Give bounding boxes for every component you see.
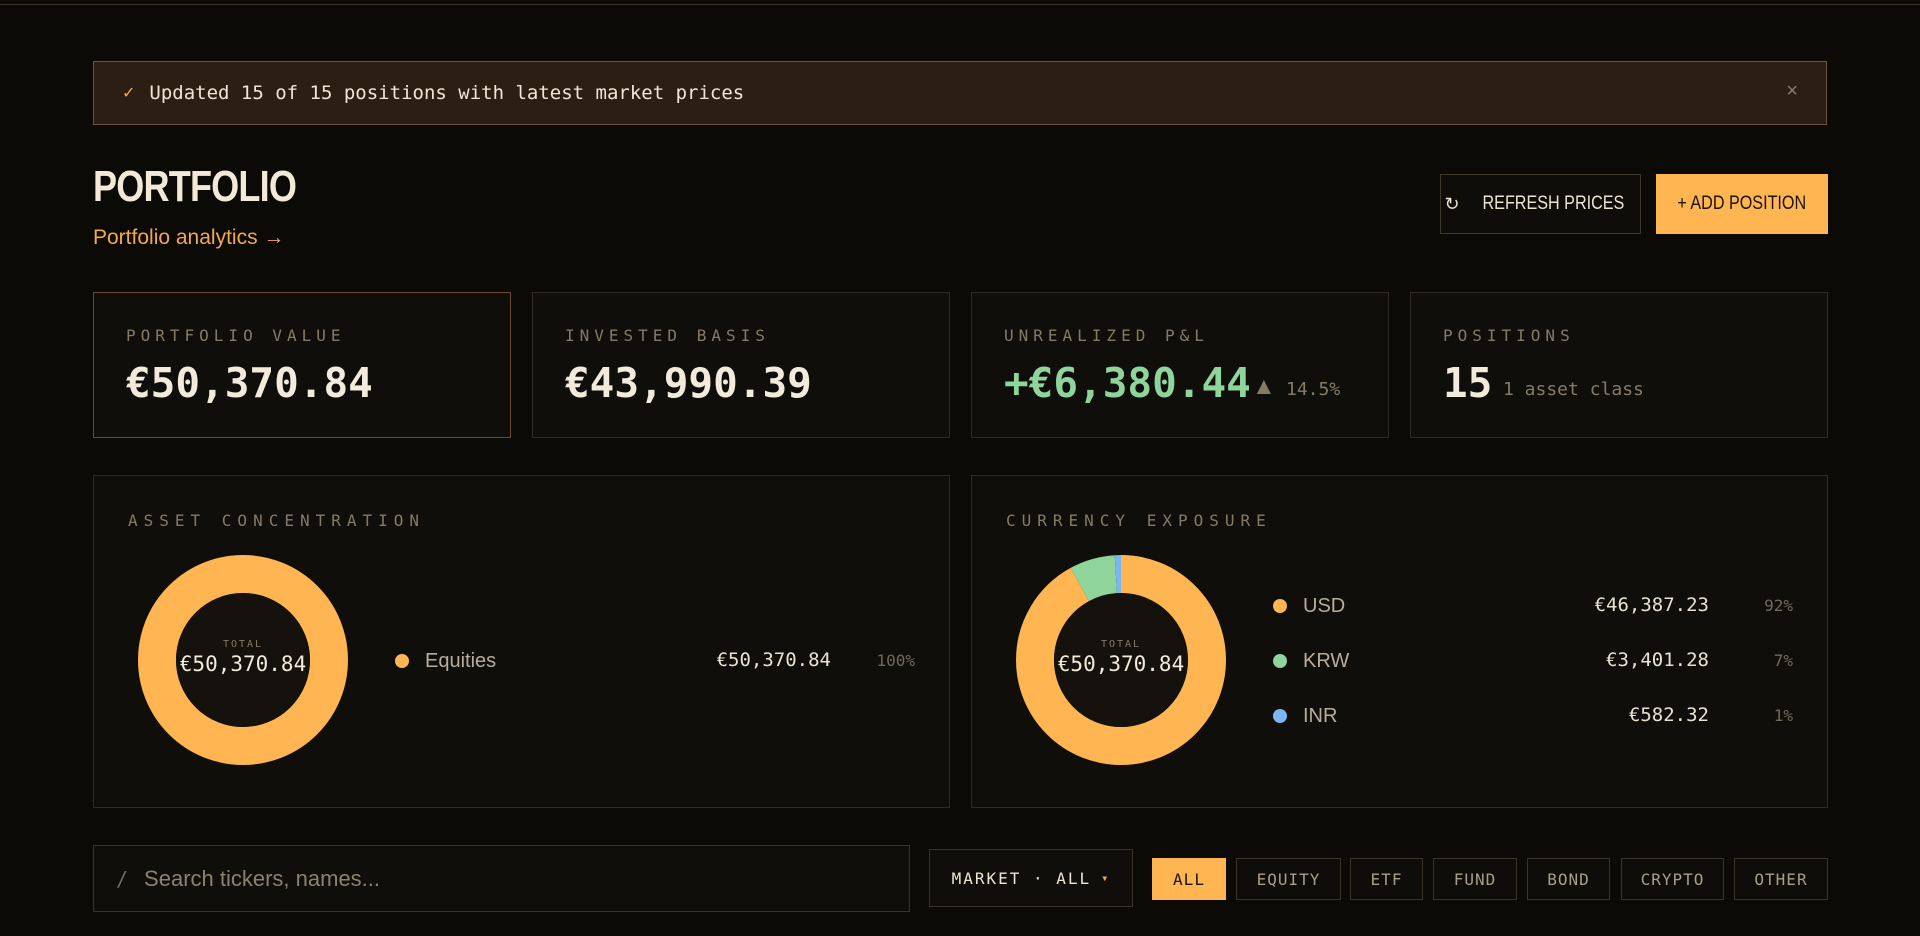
refresh-icon: ↻	[1444, 193, 1460, 214]
filter-chip-equity[interactable]: EQUITY	[1236, 858, 1341, 900]
legend-percent: 92%	[1764, 596, 1793, 615]
legend-dot	[1273, 654, 1287, 668]
donut-total-value: €50,370.84	[1057, 652, 1185, 676]
legend-dot	[1273, 599, 1287, 613]
check-icon: ✓	[122, 85, 136, 102]
invested-basis-card[interactable]: INVESTED BASIS €43,990.39	[532, 292, 950, 438]
legend-amount: €3,401.28	[1606, 649, 1709, 671]
filter-chip-other[interactable]: OTHER	[1734, 858, 1828, 900]
stat-value: €50,370.84	[126, 359, 373, 407]
portfolio-analytics-link[interactable]: Portfolio analytics →	[93, 226, 284, 250]
market-dropdown[interactable]: MARKET · ALL ▾	[929, 849, 1133, 907]
legend-item-usd: USD	[1273, 593, 1345, 619]
update-notice-banner: ✓ Updated 15 of 15 positions with latest…	[93, 61, 1827, 125]
stat-label: UNREALIZED P&L	[1004, 326, 1209, 345]
legend-name: KRW	[1303, 649, 1350, 672]
stat-value: €43,990.39	[565, 359, 812, 407]
legend-percent: 100%	[876, 651, 915, 670]
add-position-button[interactable]: + ADD POSITION	[1656, 174, 1828, 234]
filter-chip-bond[interactable]: BOND	[1527, 858, 1610, 900]
stat-value: 15	[1443, 359, 1493, 407]
legend-amount: €50,370.84	[716, 649, 831, 671]
chevron-down-icon: ▾	[1101, 871, 1111, 885]
legend-amount: €46,387.23	[1594, 594, 1709, 616]
filter-chip-crypto[interactable]: CRYPTO	[1621, 858, 1724, 900]
legend-name: Equities	[425, 649, 497, 672]
legend-item: Equities	[395, 648, 496, 674]
donut-center-label: TOTAL €50,370.84	[1036, 639, 1206, 676]
stat-label: PORTFOLIO VALUE	[126, 326, 346, 345]
filter-chip-all[interactable]: ALL	[1152, 858, 1226, 900]
stat-value: +€6,380.44	[1004, 359, 1251, 407]
legend-dot	[395, 654, 409, 668]
legend-item-krw: KRW	[1273, 648, 1349, 674]
filter-chip-fund[interactable]: FUND	[1433, 858, 1517, 900]
legend-item-inr: INR	[1273, 703, 1337, 729]
donut-center-label: TOTAL €50,370.84	[158, 639, 328, 676]
add-position-label: + ADD POSITION	[1677, 193, 1807, 214]
panel-title: ASSET CONCENTRATION	[128, 511, 426, 530]
unrealized-pnl-card[interactable]: UNREALIZED P&L +€6,380.44 ▲ 14.5%	[971, 292, 1389, 438]
legend-percent: 7%	[1773, 651, 1793, 670]
filter-chip-etf[interactable]: ETF	[1350, 858, 1423, 900]
legend-dot	[1273, 709, 1287, 723]
refresh-prices-label: REFRESH PRICES	[1482, 193, 1624, 214]
close-icon[interactable]: ×	[1786, 80, 1798, 103]
search-shortcut-icon: /	[116, 866, 129, 891]
pnl-percent: 14.5%	[1286, 379, 1341, 400]
panel-title: CURRENCY EXPOSURE	[1006, 511, 1272, 530]
stat-label: POSITIONS	[1443, 326, 1575, 345]
market-dropdown-label: MARKET · ALL	[951, 868, 1092, 888]
donut-total-label: TOTAL	[222, 639, 264, 650]
search-box[interactable]: /	[93, 845, 910, 912]
legend-percent: 1%	[1773, 706, 1793, 725]
asset-class-count: 1 asset class	[1503, 379, 1644, 400]
search-input[interactable]	[142, 864, 847, 893]
legend-name: INR	[1303, 704, 1338, 727]
donut-total-label: TOTAL	[1100, 639, 1142, 650]
notice-message: Updated 15 of 15 positions with latest m…	[149, 82, 745, 104]
portfolio-value-card[interactable]: PORTFOLIO VALUE €50,370.84	[93, 292, 511, 438]
currency-exposure-panel: CURRENCY EXPOSURE TOTAL €50,370.84 USD €…	[971, 475, 1828, 808]
positions-card[interactable]: POSITIONS 15 1 asset class	[1410, 292, 1828, 438]
page-title: PORTFOLIO	[93, 162, 297, 211]
refresh-prices-button[interactable]: ↻ REFRESH PRICES	[1440, 174, 1641, 234]
legend-amount: €582.32	[1628, 704, 1709, 726]
top-divider	[0, 4, 1920, 5]
asset-concentration-panel: ASSET CONCENTRATION TOTAL €50,370.84 Equ…	[93, 475, 950, 808]
donut-total-value: €50,370.84	[179, 652, 307, 676]
up-arrow-icon: ▲	[1252, 373, 1276, 400]
legend-name: USD	[1303, 594, 1346, 617]
stat-label: INVESTED BASIS	[565, 326, 770, 345]
